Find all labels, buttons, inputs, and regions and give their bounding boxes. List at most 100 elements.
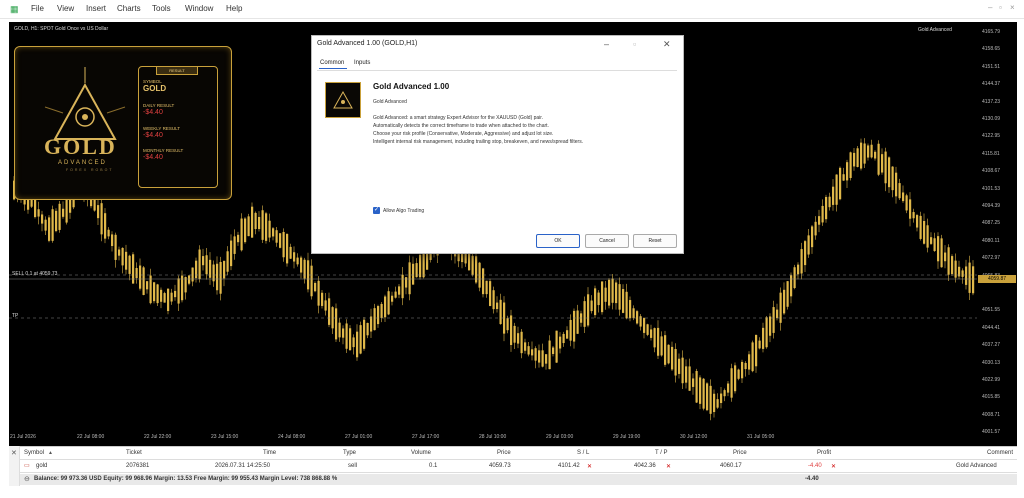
- restore-icon[interactable]: ▫: [999, 3, 1002, 12]
- cancel-button[interactable]: Cancel: [585, 234, 629, 248]
- candle-body: [797, 264, 800, 275]
- gold-logo-text: GOLD: [44, 134, 117, 159]
- row-current-price[interactable]: 4060.17: [720, 463, 742, 469]
- candle-body: [282, 231, 285, 258]
- candle-body: [111, 234, 114, 247]
- candle-body: [751, 342, 754, 372]
- menu-help[interactable]: Help: [226, 4, 242, 13]
- col-comment[interactable]: Comment: [987, 450, 1013, 456]
- menu-insert[interactable]: Insert: [86, 4, 106, 13]
- candle-body: [58, 203, 61, 230]
- candle-body: [293, 252, 296, 262]
- row-ticket[interactable]: 2076381: [126, 463, 149, 469]
- time-tick-label: 22 Jul 08:00: [77, 434, 105, 440]
- candle-body: [821, 205, 824, 223]
- candle-body: [195, 260, 198, 279]
- candle-body: [233, 236, 236, 254]
- col-current-price[interactable]: Price: [733, 450, 747, 456]
- row-volume[interactable]: 0.1: [429, 463, 437, 469]
- candle-body: [629, 300, 632, 319]
- active-tab-indicator: [319, 68, 347, 69]
- time-tick-label: 23 Jul 15:00: [211, 434, 239, 440]
- candle-body: [583, 301, 586, 327]
- menu-charts[interactable]: Charts: [117, 4, 141, 13]
- candle-body: [846, 162, 849, 181]
- candle-body: [205, 255, 208, 275]
- col-sl[interactable]: S / L: [577, 450, 589, 456]
- tab-divider: [317, 70, 677, 71]
- col-time[interactable]: Time: [263, 450, 276, 456]
- price-tick-label: 4108.67: [982, 168, 1001, 175]
- close-position-icon[interactable]: ✕: [831, 463, 836, 470]
- row-comment[interactable]: Gold Advanced: [956, 463, 997, 469]
- time-tick-label: 27 Jul 01:00: [345, 434, 373, 440]
- col-tp[interactable]: T / P: [655, 450, 668, 456]
- candle-body: [128, 255, 131, 274]
- candle-body: [685, 366, 688, 383]
- sort-asc-icon: ▲: [48, 450, 53, 456]
- close-panel-icon[interactable]: ✕: [11, 449, 17, 457]
- row-price[interactable]: 4059.73: [489, 463, 511, 469]
- candle-body: [272, 228, 275, 237]
- menu-file[interactable]: File: [31, 4, 44, 13]
- candle-body: [377, 306, 380, 325]
- ea-status-label[interactable]: Gold Advanced: [918, 27, 952, 33]
- candle-body: [611, 278, 614, 303]
- candle-body: [842, 174, 845, 181]
- reset-button[interactable]: Reset: [633, 234, 677, 248]
- menu-view[interactable]: View: [57, 4, 74, 13]
- sell-order-line-label[interactable]: SELL 0.1 at 4059.73: [12, 271, 57, 277]
- tab-common[interactable]: Common: [320, 60, 344, 66]
- menu-window[interactable]: Window: [185, 4, 213, 13]
- candle-body: [972, 266, 975, 294]
- dialog-close-icon[interactable]: ✕: [663, 39, 671, 50]
- row-type[interactable]: sell: [348, 463, 357, 469]
- app-icon: ▦: [10, 4, 19, 14]
- candle-body: [625, 291, 628, 319]
- remove-sl-icon[interactable]: ✕: [587, 463, 592, 470]
- col-profit[interactable]: Profit: [817, 450, 831, 456]
- candle-body: [678, 358, 681, 374]
- tp-line-label[interactable]: TP: [12, 313, 18, 319]
- minimize-icon[interactable]: –: [988, 3, 992, 12]
- tab-inputs[interactable]: Inputs: [354, 60, 370, 66]
- candle-body: [800, 249, 803, 274]
- menu-tools[interactable]: Tools: [152, 4, 171, 13]
- candle-body: [261, 210, 264, 240]
- col-volume[interactable]: Volume: [411, 450, 431, 456]
- col-type[interactable]: Type: [343, 450, 356, 456]
- allow-algo-label[interactable]: Allow Algo Trading: [383, 208, 424, 214]
- candle-body: [237, 234, 240, 243]
- row-profit[interactable]: -4.40: [808, 463, 822, 469]
- candle-body: [562, 333, 565, 344]
- candle-body: [590, 300, 593, 312]
- col-symbol[interactable]: Symbol: [24, 450, 44, 456]
- candle-body: [335, 308, 338, 340]
- candle-body: [671, 346, 674, 370]
- description-line-4: Intelligent internal risk management, in…: [373, 139, 584, 145]
- candle-body: [786, 281, 789, 307]
- row-time[interactable]: 2026.07.31 14:25:50: [215, 463, 270, 469]
- row-sl[interactable]: 4101.42: [558, 463, 580, 469]
- candle-body: [163, 293, 166, 303]
- allow-algo-checkbox[interactable]: ✓: [373, 207, 380, 214]
- candle-body: [594, 288, 597, 316]
- dialog-minimize-icon[interactable]: –: [604, 39, 609, 49]
- ok-button[interactable]: OK: [536, 234, 580, 248]
- row-symbol[interactable]: gold: [36, 463, 47, 469]
- candle-body: [737, 369, 740, 379]
- weekly-result-label: WEEKLY RESULT: [143, 126, 181, 131]
- price-tick-label: 4037.27: [982, 342, 1001, 349]
- candle-body: [41, 214, 44, 224]
- candle-body: [177, 278, 180, 304]
- description-line-3: Choose your risk profile (Conservative, …: [373, 131, 554, 137]
- remove-tp-icon[interactable]: ✕: [666, 463, 671, 470]
- price-tick-label: 4008.71: [982, 411, 1001, 418]
- candle-body: [496, 302, 499, 310]
- close-icon[interactable]: ×: [1010, 3, 1015, 12]
- candle-body: [541, 350, 544, 367]
- row-tp[interactable]: 4042.36: [634, 463, 656, 469]
- results-header: RESULT: [156, 66, 198, 75]
- col-ticket[interactable]: Ticket: [126, 450, 142, 456]
- col-price[interactable]: Price: [497, 450, 511, 456]
